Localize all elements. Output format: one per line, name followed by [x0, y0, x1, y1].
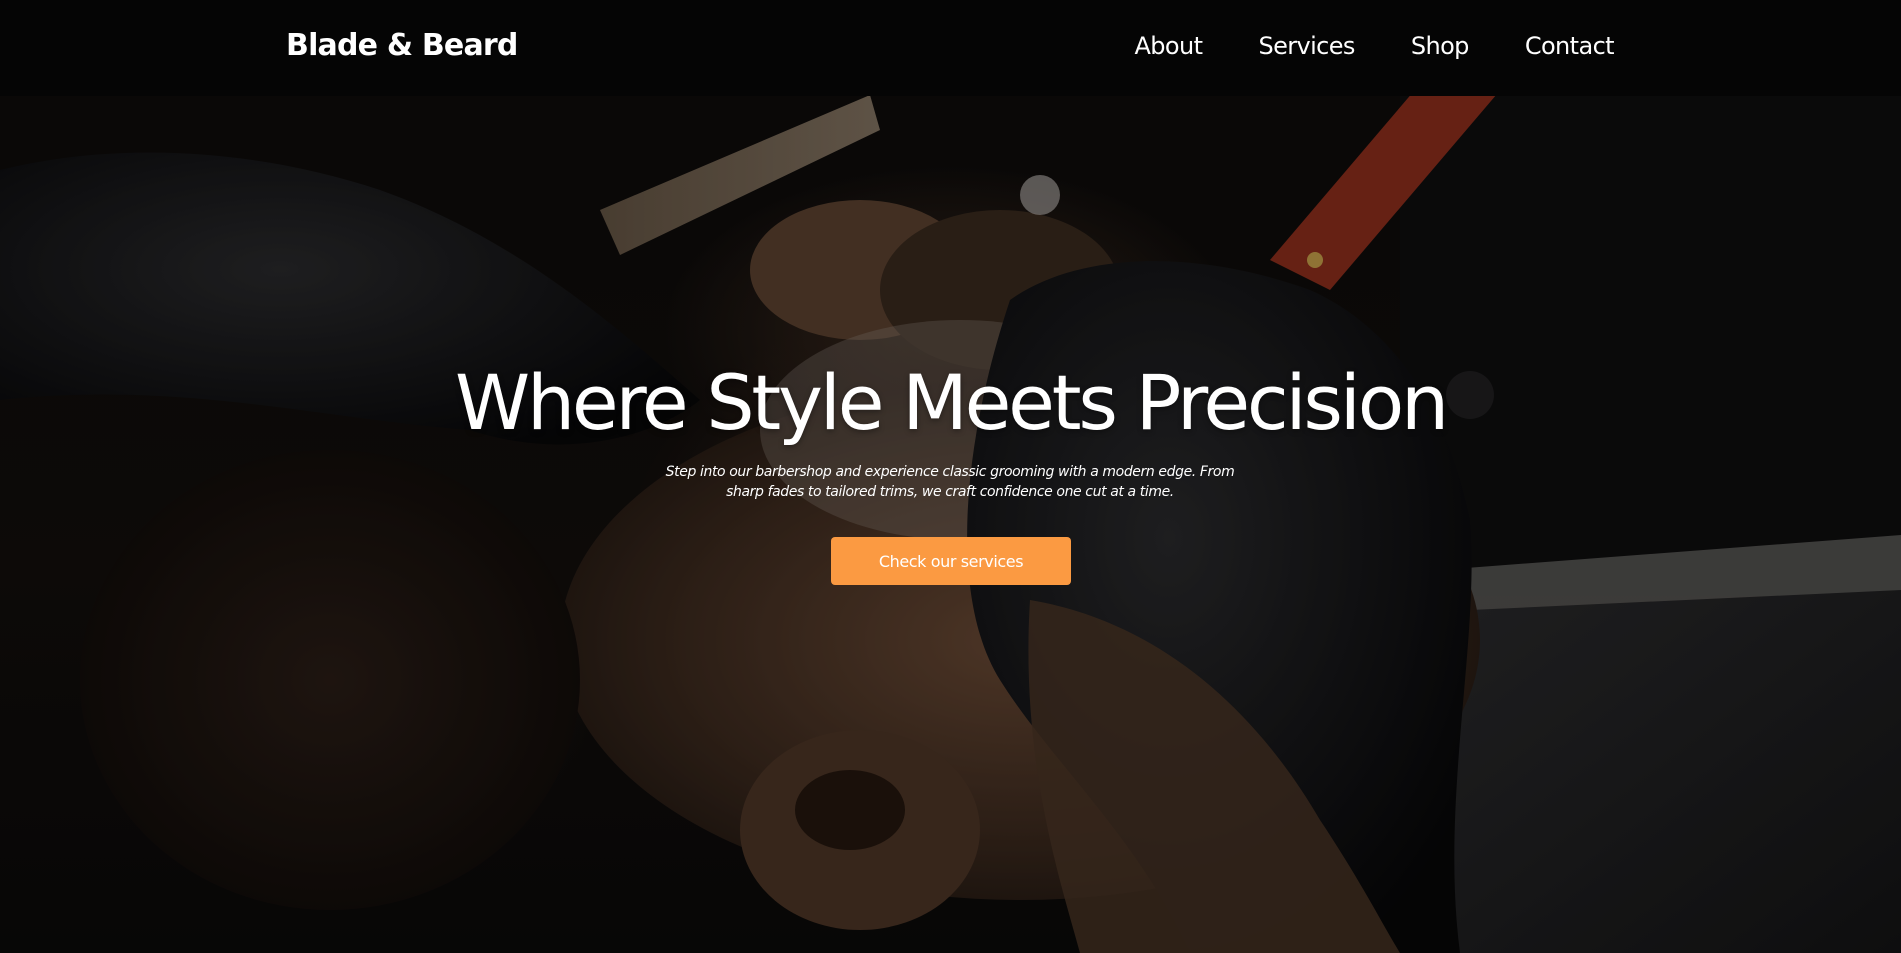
page: Blade & Beard About Services Shop Contac…: [0, 0, 1901, 953]
hero-subtitle: Step into our barbershop and experience …: [665, 464, 1235, 500]
check-services-button[interactable]: Check our services: [831, 537, 1071, 585]
site-header: Blade & Beard About Services Shop Contac…: [0, 0, 1901, 96]
hero-title: Where Style Meets Precision: [455, 358, 1449, 447]
nav-contact[interactable]: Contact: [1525, 32, 1615, 60]
nav-services[interactable]: Services: [1258, 32, 1355, 60]
nav-shop[interactable]: Shop: [1411, 32, 1470, 60]
hero-section: Where Style Meets Precision Step into ou…: [0, 0, 1901, 953]
brand-logo[interactable]: Blade & Beard: [286, 28, 518, 63]
nav-about[interactable]: About: [1134, 32, 1203, 60]
main-nav: About Services Shop Contact: [1134, 32, 1614, 60]
